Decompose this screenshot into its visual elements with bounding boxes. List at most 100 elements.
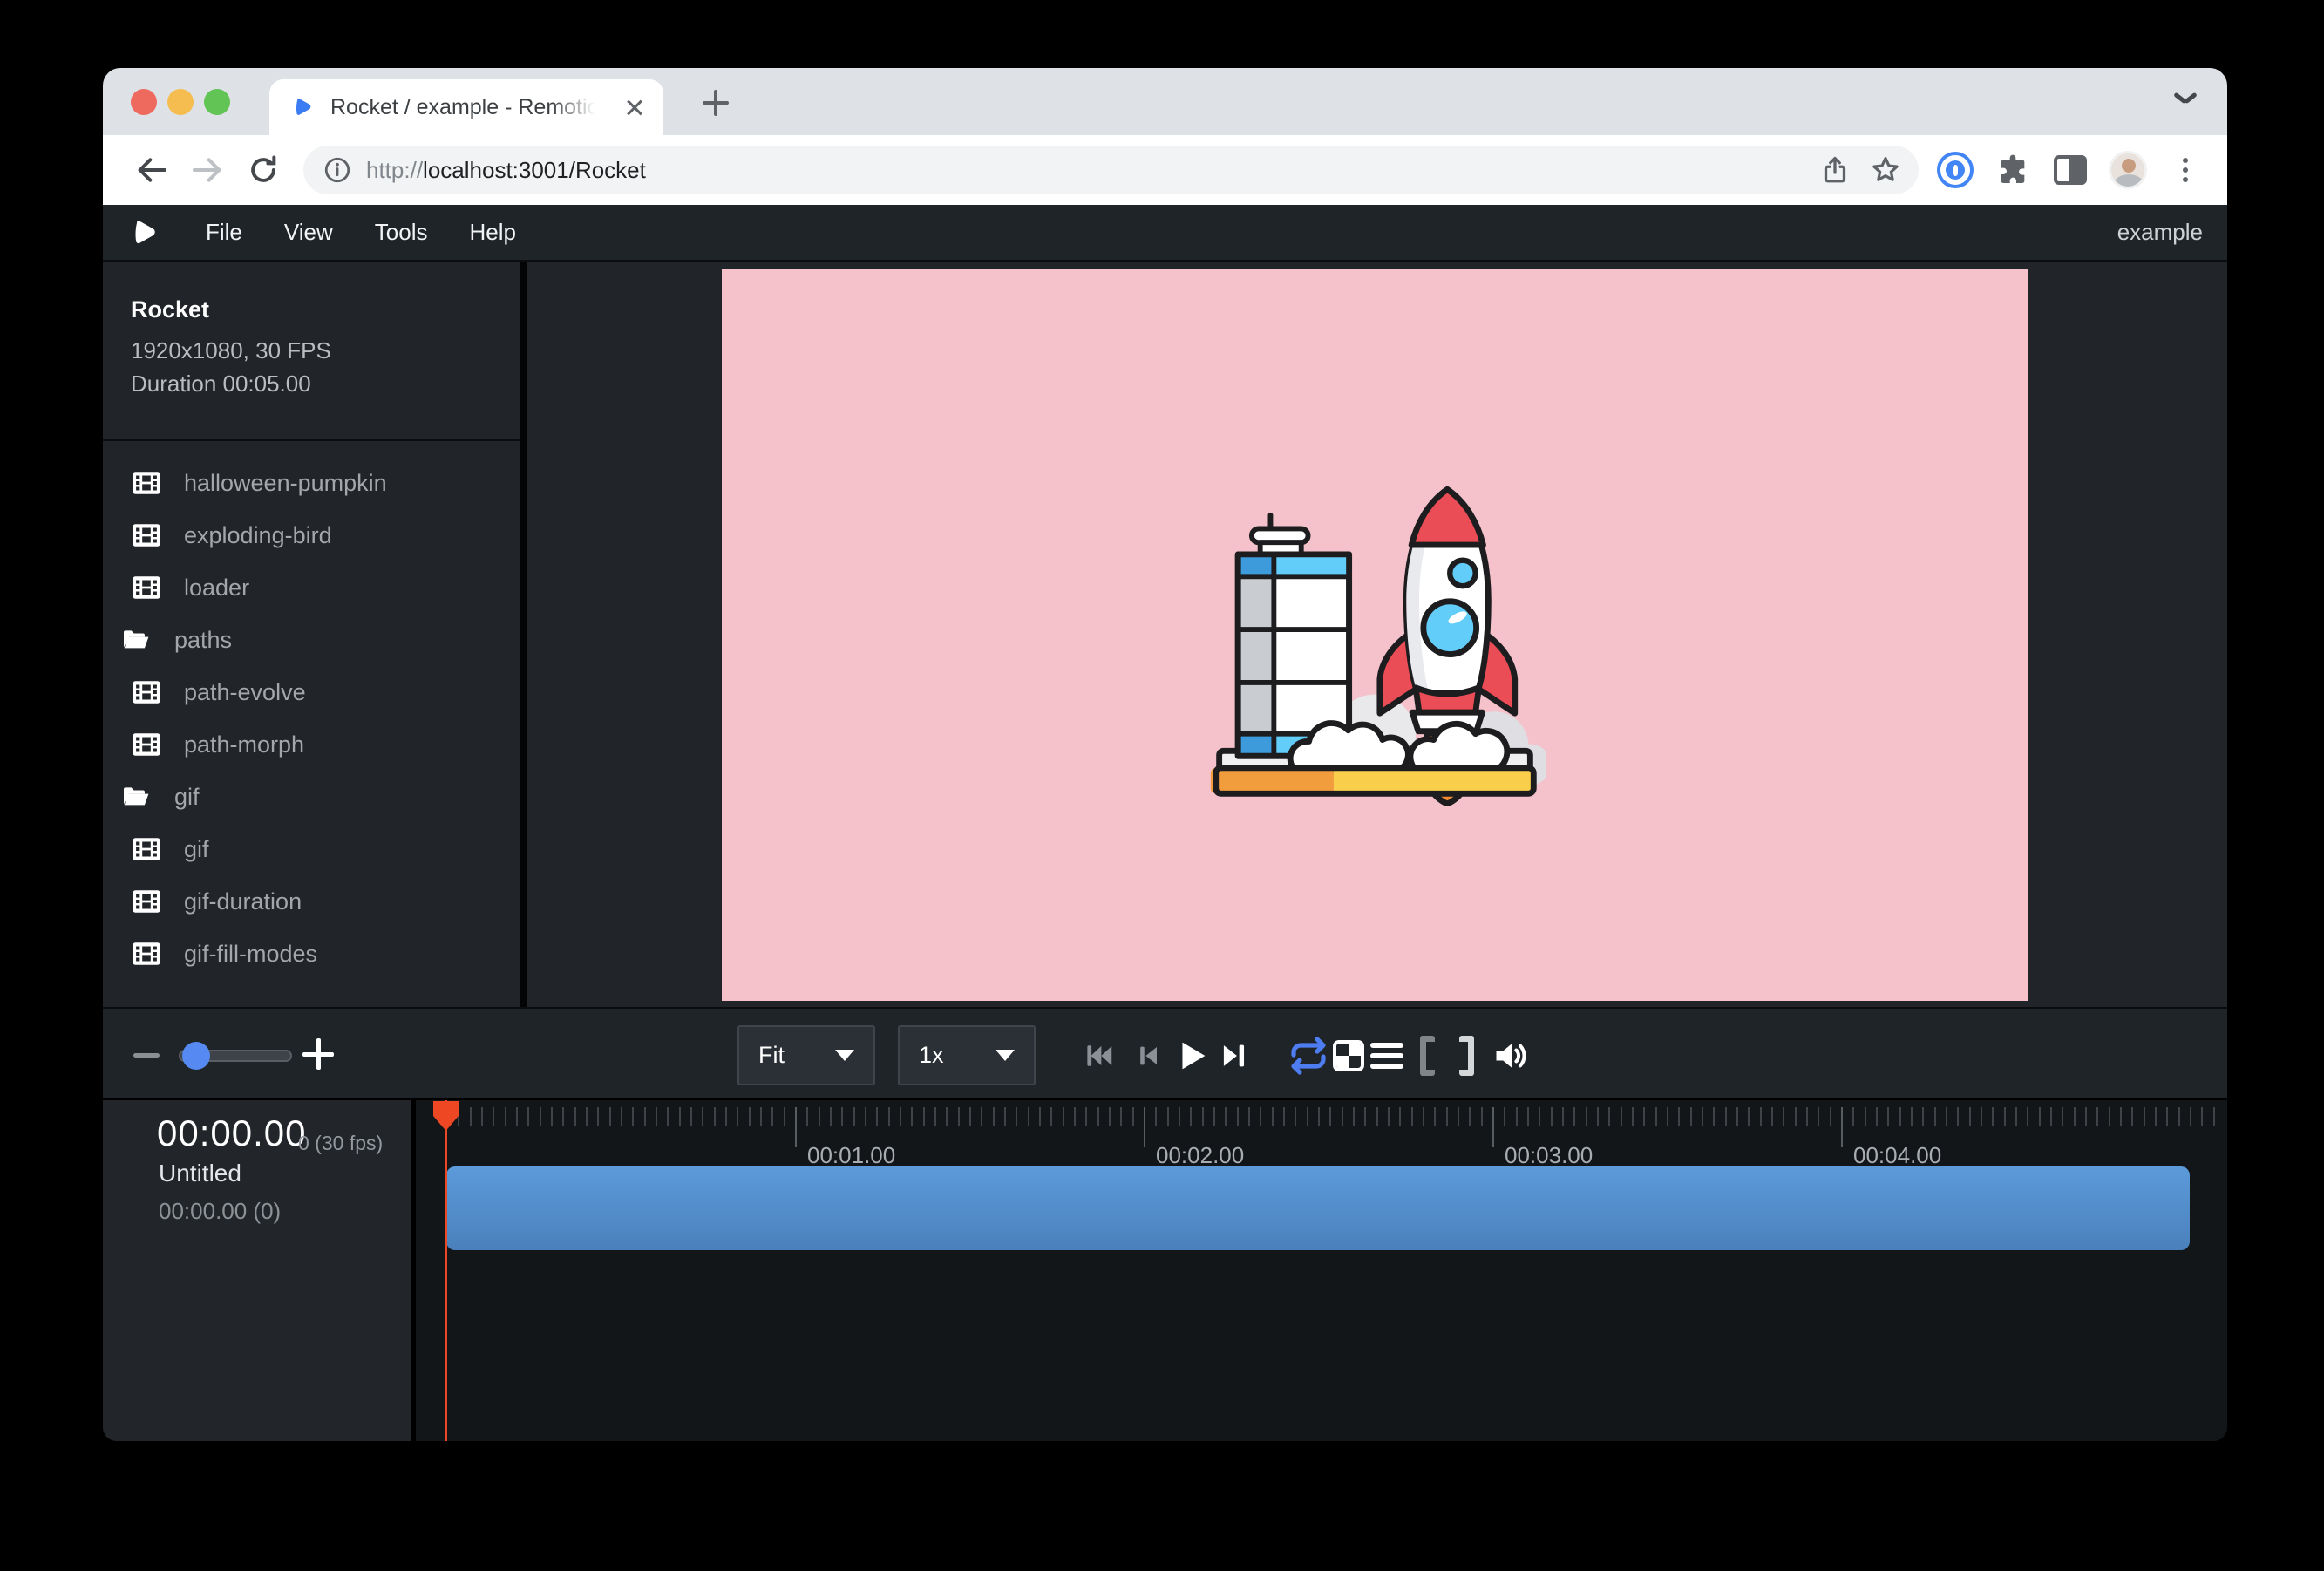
ruler-tick [1353, 1107, 1355, 1126]
back-button[interactable] [133, 151, 171, 189]
transparency-checkerboard-button[interactable] [1327, 1034, 1370, 1078]
sidebar-item-composition[interactable]: loader [103, 561, 520, 614]
ruler-tick [1388, 1107, 1390, 1126]
ruler-tick [819, 1107, 820, 1126]
zoom-out-button[interactable] [127, 1041, 166, 1069]
tab-search-chevron-icon[interactable] [2171, 94, 2199, 110]
out-point-bracket-button[interactable] [1444, 1034, 1488, 1078]
ruler-tick [1922, 1107, 1924, 1126]
forward-button[interactable] [188, 151, 227, 189]
ruler-tick [771, 1107, 773, 1126]
ruler-tick [1899, 1107, 1901, 1126]
ruler-tick [1957, 1107, 1959, 1126]
url-bar[interactable]: http://localhost:3001/Rocket [303, 146, 1919, 194]
ruler-tick [1318, 1107, 1320, 1126]
timeline-zoom-slider[interactable] [179, 1050, 292, 1062]
remotion-menu-bar: FileViewToolsHelp example [103, 205, 2227, 262]
side-panel-icon[interactable] [2049, 149, 2091, 191]
ruler-tick [1643, 1107, 1645, 1126]
ruler-tick [923, 1107, 925, 1126]
ruler-tick [1771, 1107, 1773, 1126]
playhead-marker[interactable] [432, 1100, 459, 1132]
folder-open-icon [120, 626, 152, 654]
ruler-tick [1504, 1107, 1505, 1126]
ruler-tick [1632, 1107, 1634, 1126]
next-frame-button[interactable] [1213, 1036, 1254, 1076]
timeline-panel: 00:00.00 0 (30 fps) Untitled 00:00.00 (0… [103, 1100, 2227, 1441]
ruler-tick [1016, 1107, 1017, 1126]
ruler-tick [1364, 1107, 1366, 1126]
film-icon [132, 520, 161, 550]
ruler-tick [1376, 1107, 1378, 1126]
ruler-tick [2039, 1107, 2041, 1126]
jump-to-start-button[interactable] [1079, 1036, 1119, 1076]
share-button[interactable] [1816, 151, 1854, 189]
chevron-down-icon [996, 1050, 1015, 1061]
extensions-puzzle-icon[interactable] [1992, 149, 2034, 191]
ruler-tick [609, 1107, 611, 1126]
ruler-second-tick [1841, 1107, 1843, 1147]
sidebar-item-composition[interactable]: exploding-bird [103, 509, 520, 561]
fullscreen-window-button[interactable] [204, 89, 230, 115]
sidebar-item-folder[interactable]: paths [103, 614, 520, 666]
menu-item-file[interactable]: File [206, 219, 242, 246]
sidebar-item-composition[interactable]: halloween-pumpkin [103, 457, 520, 509]
remotion-logo-icon[interactable] [127, 216, 160, 249]
sidebar-item-composition[interactable]: gif-duration [103, 875, 520, 928]
track-duration-label: 00:00.00 (0) [159, 1198, 281, 1225]
menu-item-view[interactable]: View [284, 219, 333, 246]
sidebar-item-label: paths [174, 627, 232, 654]
ruler-tick [911, 1107, 913, 1126]
tab-close-icon[interactable] [622, 94, 648, 120]
play-button[interactable] [1172, 1036, 1212, 1076]
ruler-tick [1039, 1107, 1041, 1126]
menu-item-tools[interactable]: Tools [375, 219, 428, 246]
loop-toggle-button[interactable] [1287, 1034, 1330, 1078]
playback-rate-select[interactable]: 1x [898, 1025, 1036, 1085]
ruler-tick [1295, 1107, 1296, 1126]
onepassword-extension-icon[interactable] [1934, 149, 1976, 191]
ruler-tick [2027, 1107, 2028, 1126]
previous-frame-button[interactable] [1128, 1036, 1168, 1076]
zoom-slider-thumb[interactable] [182, 1042, 210, 1070]
sidebar-item-composition[interactable]: gif [103, 823, 520, 875]
volume-button[interactable] [1489, 1034, 1532, 1078]
timeline-rows-button[interactable] [1365, 1034, 1409, 1078]
ruler-tick [2178, 1107, 2180, 1126]
sidebar-item-label: path-evolve [184, 679, 306, 706]
sidebar-item-composition[interactable]: gif-fill-modes [103, 928, 520, 980]
ruler-tick [1597, 1107, 1599, 1126]
new-tab-button[interactable] [700, 87, 731, 119]
ruler-tick [1446, 1107, 1448, 1126]
sidebar-item-composition[interactable]: path-evolve [103, 666, 520, 718]
composition-canvas[interactable] [722, 269, 2028, 1001]
reload-button[interactable] [244, 151, 282, 189]
profile-avatar[interactable] [2107, 149, 2149, 191]
bookmark-star-button[interactable] [1866, 151, 1905, 189]
sidebar-item-composition[interactable]: path-morph [103, 718, 520, 771]
compositions-sidebar: Rocket 1920x1080, 30 FPS Duration 00:05.… [103, 262, 520, 1007]
ruler-tick [562, 1107, 564, 1126]
sequence-track-bar[interactable] [446, 1166, 2190, 1250]
ruler-tick [841, 1107, 843, 1126]
in-point-bracket-button[interactable] [1405, 1034, 1449, 1078]
ruler-tick [1516, 1107, 1518, 1126]
url-text[interactable]: http://localhost:3001/Rocket [366, 157, 1804, 184]
playhead-line[interactable] [445, 1100, 447, 1441]
menu-item-help[interactable]: Help [470, 219, 516, 246]
timeline-tracks[interactable]: 00:01.0000:02.0000:03.0000:04.00 [416, 1100, 2227, 1441]
close-window-button[interactable] [131, 89, 157, 115]
sidebar-item-label: halloween-pumpkin [184, 470, 387, 497]
ruler-tick [714, 1107, 716, 1126]
sidebar-resize-handle[interactable] [520, 262, 527, 1007]
browser-menu-kebab-icon[interactable] [2164, 149, 2206, 191]
zoom-in-button[interactable] [299, 1035, 337, 1073]
sidebar-item-folder[interactable]: gif [103, 771, 520, 823]
browser-tab[interactable]: Rocket / example - Remotion P [269, 79, 663, 135]
minimize-window-button[interactable] [167, 89, 194, 115]
ruler-tick [1969, 1107, 1971, 1126]
size-select[interactable]: Fit [737, 1025, 875, 1085]
ruler-tick [749, 1107, 751, 1126]
site-info-icon[interactable] [323, 155, 352, 185]
remotion-favicon-icon [290, 95, 315, 119]
